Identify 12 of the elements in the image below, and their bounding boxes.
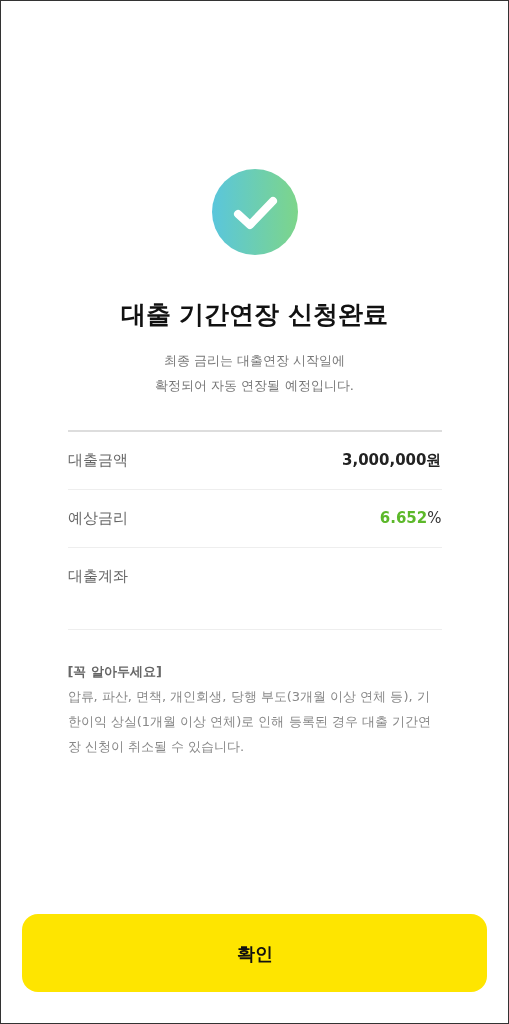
subtitle-line: 최종 금리는 대출연장 시작일에 bbox=[163, 352, 346, 371]
detail-value: 6.652% bbox=[379, 508, 442, 530]
detail-label: 대출계좌 bbox=[67, 566, 128, 588]
check-circle-icon bbox=[211, 169, 298, 255]
detail-value: 3,000,000원 bbox=[342, 450, 442, 472]
detail-label: 대출금액 bbox=[67, 450, 128, 472]
confirm-button[interactable]: 확인 bbox=[22, 914, 487, 992]
notice-title: [꼭 알아두세요] bbox=[67, 663, 163, 682]
page-title: 대출 기간연장 신청완료 bbox=[120, 299, 389, 331]
detail-label: 예상금리 bbox=[67, 508, 128, 530]
subtitle-line: 확정되어 자동 연장될 예정입니다. bbox=[155, 377, 354, 396]
notice-text: 압류, 파산, 면책, 개인회생, 당행 부도(3개월 이상 연체 등), 기한이익 상실(1개월 이상 연체)로 인해 등록된 경우 대출 기간연장 신청이 취소될 수 있습니다. bbox=[67, 688, 432, 757]
